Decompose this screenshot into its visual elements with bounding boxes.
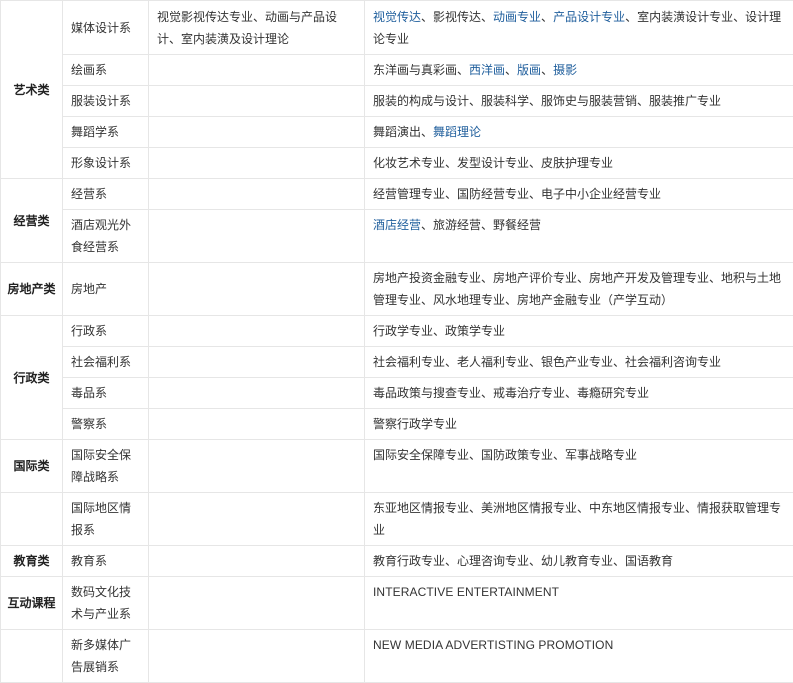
majors-text: 、影视传达、 xyxy=(421,10,493,24)
table-row: 绘画系 东洋画与真彩画、西洋画、版画、摄影 xyxy=(1,55,793,86)
department-cell: 国际安全保障战略系 xyxy=(63,440,149,493)
majors-cell: NEW MEDIA ADVERTISTING PROMOTION xyxy=(365,630,793,683)
major-link[interactable]: 版画 xyxy=(517,63,541,77)
major-link[interactable]: 摄影 xyxy=(553,63,577,77)
majors-cell: 行政学专业、政策学专业 xyxy=(365,316,793,347)
table-row: 形象设计系 化妆艺术专业、发型设计专业、皮肤护理专业 xyxy=(1,148,793,179)
majors-cell: 化妆艺术专业、发型设计专业、皮肤护理专业 xyxy=(365,148,793,179)
table-row: 国际类 国际安全保障战略系 国际安全保障专业、国防政策专业、军事战略专业 xyxy=(1,440,793,493)
category-cell: 行政类 xyxy=(1,316,63,440)
major-link[interactable]: 视觉传达 xyxy=(373,10,421,24)
sub-majors-cell xyxy=(149,546,365,577)
department-cell: 行政系 xyxy=(63,316,149,347)
department-cell: 形象设计系 xyxy=(63,148,149,179)
department-cell: 数码文化技术与产业系 xyxy=(63,577,149,630)
majors-text: 东洋画与真彩画、 xyxy=(373,63,469,77)
sub-majors-cell xyxy=(149,316,365,347)
majors-cell: 警察行政学专业 xyxy=(365,409,793,440)
sub-majors-cell xyxy=(149,210,365,263)
sub-majors-cell xyxy=(149,347,365,378)
majors-text: 、旅游经营、野餐经营 xyxy=(421,218,541,232)
major-link[interactable]: 产品设计专业 xyxy=(553,10,625,24)
majors-text: 、 xyxy=(541,10,553,24)
table-row: 行政类 行政系 行政学专业、政策学专业 xyxy=(1,316,793,347)
department-cell: 服装设计系 xyxy=(63,86,149,117)
table-row: 舞蹈学系 舞蹈演出、舞蹈理论 xyxy=(1,117,793,148)
sub-majors-cell xyxy=(149,263,365,316)
department-cell: 警察系 xyxy=(63,409,149,440)
sub-majors-cell xyxy=(149,378,365,409)
department-cell: 社会福利系 xyxy=(63,347,149,378)
department-cell: 媒体设计系 xyxy=(63,1,149,55)
majors-text: 、 xyxy=(505,63,517,77)
table-row: 服装设计系 服装的构成与设计、服装科学、服饰史与服装营销、服装推广专业 xyxy=(1,86,793,117)
majors-cell: 经营管理专业、国防经营专业、电子中小企业经营专业 xyxy=(365,179,793,210)
category-cell: 房地产类 xyxy=(1,263,63,316)
sub-majors-cell: 视觉影视传达专业、动画与产品设计、室内装潢及设计理论 xyxy=(149,1,365,55)
majors-cell: 服装的构成与设计、服装科学、服饰史与服装营销、服装推广专业 xyxy=(365,86,793,117)
majors-cell: 舞蹈演出、舞蹈理论 xyxy=(365,117,793,148)
department-cell: 毒品系 xyxy=(63,378,149,409)
majors-cell: 毒品政策与搜查专业、戒毒治疗专业、毒瘾研究专业 xyxy=(365,378,793,409)
table-row: 经营类 经营系 经营管理专业、国防经营专业、电子中小企业经营专业 xyxy=(1,179,793,210)
table-row: 房地产类 房地产 房地产投资金融专业、房地产评价专业、房地产开发及管理专业、地积… xyxy=(1,263,793,316)
sub-majors-cell xyxy=(149,117,365,148)
majors-cell: 教育行政专业、心理咨询专业、幼儿教育专业、国语教育 xyxy=(365,546,793,577)
department-cell: 经营系 xyxy=(63,179,149,210)
majors-cell: 社会福利专业、老人福利专业、银色产业专业、社会福利咨询专业 xyxy=(365,347,793,378)
table-row: 警察系 警察行政学专业 xyxy=(1,409,793,440)
majors-cell: 视觉传达、影视传达、动画专业、产品设计专业、室内装潢设计专业、设计理论专业 xyxy=(365,1,793,55)
major-link[interactable]: 舞蹈理论 xyxy=(433,125,481,139)
department-cell: 新多媒体广告展销系 xyxy=(63,630,149,683)
majors-cell: 酒店经营、旅游经营、野餐经营 xyxy=(365,210,793,263)
major-link[interactable]: 西洋画 xyxy=(469,63,505,77)
sub-majors-cell xyxy=(149,179,365,210)
majors-text: 、 xyxy=(541,63,553,77)
sub-majors-cell xyxy=(149,148,365,179)
majors-text: 舞蹈演出、 xyxy=(373,125,433,139)
majors-cell: 东亚地区情报专业、美洲地区情报专业、中东地区情报专业、情报获取管理专业 xyxy=(365,493,793,546)
category-cell: 教育类 xyxy=(1,546,63,577)
sub-majors-cell xyxy=(149,86,365,117)
table-row: 教育类 教育系 教育行政专业、心理咨询专业、幼儿教育专业、国语教育 xyxy=(1,546,793,577)
majors-cell: INTERACTIVE ENTERTAINMENT xyxy=(365,577,793,630)
majors-cell: 东洋画与真彩画、西洋画、版画、摄影 xyxy=(365,55,793,86)
department-cell: 房地产 xyxy=(63,263,149,316)
category-cell: 国际类 xyxy=(1,440,63,493)
department-cell: 绘画系 xyxy=(63,55,149,86)
major-link[interactable]: 酒店经营 xyxy=(373,218,421,232)
category-cell xyxy=(1,493,63,546)
table-row: 国际地区情报系 东亚地区情报专业、美洲地区情报专业、中东地区情报专业、情报获取管… xyxy=(1,493,793,546)
sub-majors-cell xyxy=(149,440,365,493)
category-cell: 互动课程 xyxy=(1,577,63,630)
department-cell: 国际地区情报系 xyxy=(63,493,149,546)
sub-majors-cell xyxy=(149,409,365,440)
major-link[interactable]: 动画专业 xyxy=(493,10,541,24)
category-cell: 经营类 xyxy=(1,179,63,263)
majors-cell: 国际安全保障专业、国防政策专业、军事战略专业 xyxy=(365,440,793,493)
category-cell: 艺术类 xyxy=(1,1,63,179)
table-row: 新多媒体广告展销系 NEW MEDIA ADVERTISTING PROMOTI… xyxy=(1,630,793,683)
sub-majors-cell xyxy=(149,55,365,86)
majors-table: 艺术类 媒体设计系 视觉影视传达专业、动画与产品设计、室内装潢及设计理论 视觉传… xyxy=(0,0,793,683)
table-row: 艺术类 媒体设计系 视觉影视传达专业、动画与产品设计、室内装潢及设计理论 视觉传… xyxy=(1,1,793,55)
table-row: 毒品系 毒品政策与搜查专业、戒毒治疗专业、毒瘾研究专业 xyxy=(1,378,793,409)
table-row: 互动课程 数码文化技术与产业系 INTERACTIVE ENTERTAINMEN… xyxy=(1,577,793,630)
category-cell xyxy=(1,630,63,683)
sub-majors-cell xyxy=(149,577,365,630)
department-cell: 教育系 xyxy=(63,546,149,577)
department-cell: 酒店观光外食经营系 xyxy=(63,210,149,263)
majors-cell: 房地产投资金融专业、房地产评价专业、房地产开发及管理专业、地积与土地管理专业、风… xyxy=(365,263,793,316)
table-row: 社会福利系 社会福利专业、老人福利专业、银色产业专业、社会福利咨询专业 xyxy=(1,347,793,378)
table-row: 酒店观光外食经营系 酒店经营、旅游经营、野餐经营 xyxy=(1,210,793,263)
sub-majors-cell xyxy=(149,630,365,683)
department-cell: 舞蹈学系 xyxy=(63,117,149,148)
sub-majors-cell xyxy=(149,493,365,546)
